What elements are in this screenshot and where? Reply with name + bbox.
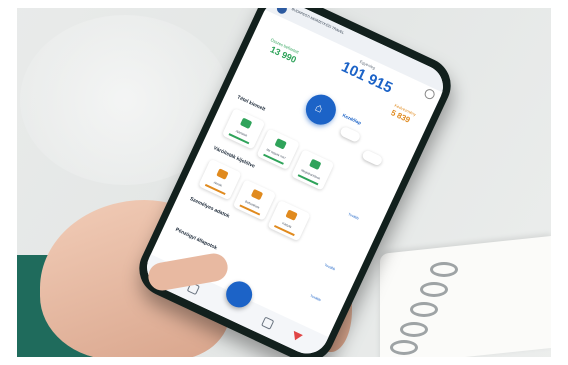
card-deals[interactable]: Akciók	[198, 158, 242, 201]
notebook-ring	[390, 340, 418, 355]
section-more-link[interactable]: Tovább	[309, 294, 321, 302]
main-action-label: Kezdőlap	[341, 112, 362, 126]
notebook-ring	[420, 282, 448, 297]
notebook-ring	[430, 262, 458, 277]
document-icon	[239, 117, 253, 130]
section-title: Pénzügyi állapotok	[174, 226, 218, 252]
section-more-link[interactable]: Tovább	[324, 263, 336, 271]
tag-icon	[216, 168, 229, 180]
photo: BUDAPESTI NEMZETKÖZI TRAVEL Egyenleg 101…	[0, 0, 568, 365]
frame-left	[0, 0, 17, 365]
frame-right	[551, 0, 568, 365]
card-icon	[285, 209, 298, 221]
quick-action-pill[interactable]	[361, 149, 384, 167]
alert-nav-icon[interactable]	[290, 330, 303, 343]
home-icon: ⌂	[312, 99, 326, 116]
section-more-link[interactable]: Tovább	[348, 212, 360, 220]
section-title: Személyes adatok	[188, 195, 231, 220]
chart-icon	[309, 158, 322, 171]
frame-top	[0, 0, 568, 8]
search-nav-icon[interactable]	[261, 316, 275, 330]
card-cards[interactable]: Kártyák	[267, 199, 311, 242]
quick-action-pill[interactable]	[339, 125, 362, 144]
cart-icon	[274, 138, 287, 150]
wallet-icon	[250, 188, 264, 201]
notebook-ring	[410, 302, 438, 317]
notebook-ring	[400, 322, 428, 337]
frame-bottom	[0, 357, 568, 365]
card-offers[interactable]: Ajánlatok	[221, 107, 266, 150]
card-savings[interactable]: Megtakarítások	[290, 149, 335, 191]
card-payments[interactable]: Befizetések	[232, 179, 277, 221]
card-shopping[interactable]: Mit vegyek ma?	[256, 128, 300, 171]
